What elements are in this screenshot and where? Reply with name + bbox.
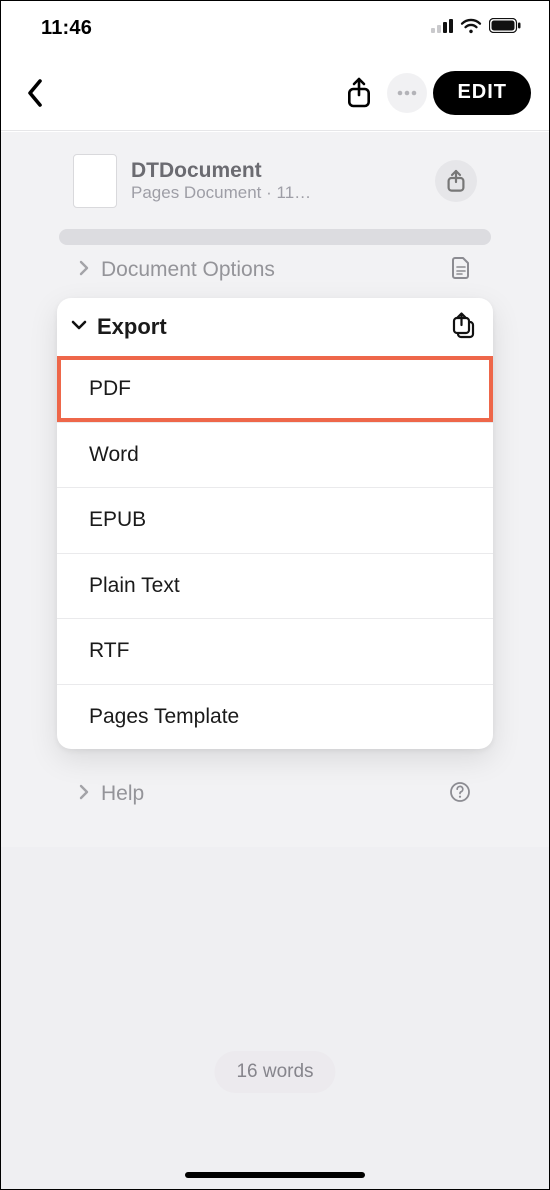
word-count-label: 16 words xyxy=(236,1061,313,1082)
status-bar: 11:46 xyxy=(1,1,549,55)
export-option-pdf[interactable]: PDF xyxy=(57,356,493,422)
document-title: DTDocument xyxy=(131,159,421,182)
status-time: 11:46 xyxy=(41,17,92,40)
chevron-right-icon xyxy=(79,260,89,281)
more-button[interactable] xyxy=(387,73,427,113)
menu-help[interactable]: Help xyxy=(59,764,491,824)
export-option-pdf-label: PDF xyxy=(89,377,131,401)
document-subtitle: Pages Document · 11… xyxy=(131,183,421,203)
export-option-epub[interactable]: EPUB xyxy=(57,487,493,553)
document-info-card: DTDocument Pages Document · 11… xyxy=(59,143,491,219)
export-option-plain-text[interactable]: Plain Text xyxy=(57,553,493,619)
export-option-pages-template-label: Pages Template xyxy=(89,705,239,729)
menu-help-label: Help xyxy=(101,782,437,806)
content-area: DTDocument Pages Document · 11… Document… xyxy=(1,132,549,1189)
menu-document-options-label: Document Options xyxy=(101,258,439,282)
export-option-word[interactable]: Word xyxy=(57,422,493,488)
export-header[interactable]: Export xyxy=(57,298,493,356)
export-icon xyxy=(451,311,477,344)
word-count-pill[interactable]: 16 words xyxy=(214,1051,335,1093)
wifi-icon xyxy=(460,18,482,39)
export-option-epub-label: EPUB xyxy=(89,508,146,532)
cellular-icon xyxy=(431,19,453,38)
export-option-word-label: Word xyxy=(89,443,139,467)
help-icon xyxy=(449,781,471,808)
export-option-plain-text-label: Plain Text xyxy=(89,574,180,598)
edit-button[interactable]: EDIT xyxy=(433,71,531,115)
export-option-rtf-label: RTF xyxy=(89,639,129,663)
document-thumbnail xyxy=(73,154,117,208)
chevron-right-icon xyxy=(79,784,89,805)
export-option-pages-template[interactable]: Pages Template xyxy=(57,684,493,750)
document-share-button[interactable] xyxy=(435,160,477,202)
home-indicator[interactable] xyxy=(185,1172,365,1178)
export-header-label: Export xyxy=(97,314,441,340)
share-button[interactable] xyxy=(337,71,381,115)
menu-document-options[interactable]: Document Options xyxy=(59,240,491,300)
back-button[interactable] xyxy=(13,71,57,115)
export-option-rtf[interactable]: RTF xyxy=(57,618,493,684)
battery-icon xyxy=(489,18,521,38)
app-toolbar: EDIT xyxy=(1,55,549,131)
document-text-group: DTDocument Pages Document · 11… xyxy=(131,159,421,202)
export-panel: Export PDF Word EPUB Plain Text RTF xyxy=(57,298,493,749)
chevron-down-icon xyxy=(71,318,87,336)
edit-button-label: EDIT xyxy=(457,81,507,104)
status-indicators xyxy=(431,18,521,39)
document-icon xyxy=(451,256,471,285)
